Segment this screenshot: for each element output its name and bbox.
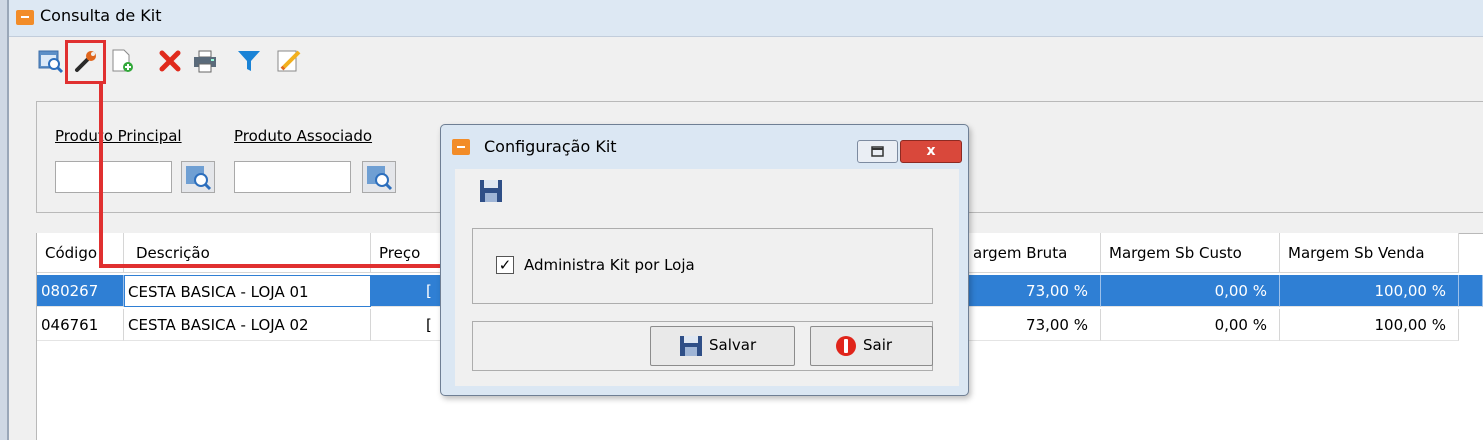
- save-icon[interactable]: [478, 177, 504, 205]
- delete-icon[interactable]: [157, 48, 183, 74]
- administra-kit-por-loja-label[interactable]: Administra Kit por Loja: [524, 256, 695, 274]
- filter-icon[interactable]: [236, 48, 262, 74]
- print-icon[interactable]: [192, 48, 218, 74]
- window-border-line: [7, 0, 9, 440]
- table-cell-codigo[interactable]: 080267: [37, 275, 124, 307]
- app-icon: [16, 10, 34, 25]
- annotation-connector-horizontal: [99, 264, 496, 268]
- table-cell-margem-bruta[interactable]: 73,00 %: [969, 275, 1101, 307]
- salvar-label: Salvar: [709, 336, 757, 354]
- table-cell-descricao[interactable]: CESTA BASICA - LOJA 02: [124, 309, 371, 341]
- annotation-connector-vertical: [99, 84, 103, 267]
- produto-principal-label: Produto Principal: [55, 127, 182, 145]
- sair-button[interactable]: Sair: [810, 326, 933, 366]
- produto-principal-input[interactable]: [55, 161, 172, 193]
- column-header-margem-sb-custo[interactable]: Margem Sb Custo: [1101, 233, 1280, 273]
- view-icon[interactable]: [38, 48, 64, 74]
- table-cell-margem-sb-venda[interactable]: 100,00 %: [1280, 309, 1459, 341]
- table-cell-filler: [1459, 275, 1483, 307]
- lookup-icon: [367, 166, 393, 191]
- administra-kit-por-loja-checkbox[interactable]: ✓: [496, 256, 514, 274]
- dialog-restore-button[interactable]: [857, 140, 898, 163]
- produto-associado-label: Produto Associado: [234, 127, 373, 145]
- dialog-title: Configuração Kit: [484, 137, 617, 156]
- column-header-margem-sb-venda[interactable]: Margem Sb Venda: [1280, 233, 1459, 273]
- sair-label: Sair: [863, 336, 893, 354]
- table-cell-margem-sb-custo[interactable]: 0,00 %: [1101, 309, 1280, 341]
- lookup-icon: [186, 166, 212, 191]
- window-titlebar: [9, 0, 1483, 37]
- produto-principal-lookup-button[interactable]: [181, 161, 215, 193]
- column-header-margem-bruta[interactable]: argem Bruta: [969, 233, 1101, 273]
- table-cell-margem-sb-venda[interactable]: 100,00 %: [1280, 275, 1459, 307]
- window-title: Consulta de Kit: [40, 6, 162, 25]
- salvar-button[interactable]: Salvar: [650, 326, 795, 366]
- edit-icon[interactable]: [276, 48, 302, 74]
- restore-icon: [871, 146, 884, 157]
- toolbar-highlight-box: [65, 40, 106, 84]
- save-icon: [680, 336, 702, 356]
- dialog-close-button[interactable]: x: [900, 140, 962, 163]
- table-cell-codigo[interactable]: 046761: [37, 309, 124, 341]
- exit-icon: [836, 336, 856, 356]
- table-cell-preco[interactable]: [: [371, 275, 441, 307]
- table-cell-preco[interactable]: [: [371, 309, 441, 341]
- table-cell-margem-sb-custo[interactable]: 0,00 %: [1101, 275, 1280, 307]
- new-document-icon[interactable]: [110, 48, 136, 74]
- dialog-app-icon: [452, 139, 470, 155]
- table-cell-descricao[interactable]: CESTA BASICA - LOJA 01: [124, 275, 371, 307]
- table-cell-margem-bruta[interactable]: 73,00 %: [969, 309, 1101, 341]
- produto-associado-input[interactable]: [234, 161, 351, 193]
- produto-associado-lookup-button[interactable]: [362, 161, 396, 193]
